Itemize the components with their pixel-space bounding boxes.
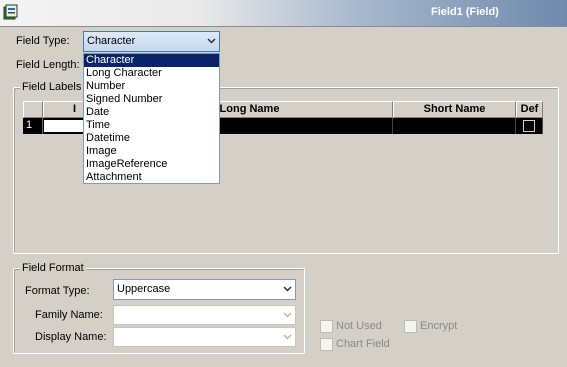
app-icon <box>3 4 18 20</box>
dropdown-option-imagereference[interactable]: ImageReference <box>84 158 219 171</box>
dropdown-option-time[interactable]: Time <box>84 119 219 132</box>
dropdown-option-attachment[interactable]: Attachment <box>84 171 219 184</box>
field-type-label: Field Type: <box>16 35 70 47</box>
dropdown-option-datetime[interactable]: Datetime <box>84 132 219 145</box>
column-header-short-name[interactable]: Short Name <box>393 101 516 118</box>
dropdown-option-signed-number[interactable]: Signed Number <box>84 93 219 106</box>
encrypt-checkbox[interactable] <box>404 320 417 333</box>
dropdown-option-number[interactable]: Number <box>84 80 219 93</box>
format-type-value: Uppercase <box>117 283 171 295</box>
not-used-checkbox[interactable] <box>320 320 333 333</box>
family-name-select[interactable] <box>113 305 296 325</box>
chevron-down-icon <box>283 334 292 340</box>
display-name-select[interactable] <box>113 327 296 347</box>
chart-field-label: Chart Field <box>336 338 390 350</box>
not-used-label: Not Used <box>336 320 382 332</box>
row-number: 1 <box>23 118 43 134</box>
title-bar: Field1 (Field) <box>0 0 567 26</box>
chevron-down-icon <box>283 312 292 318</box>
format-type-select[interactable]: Uppercase <box>113 279 296 300</box>
display-name-label: Display Name: <box>35 331 107 343</box>
dropdown-option-long-character[interactable]: Long Character <box>84 67 219 80</box>
table-cell-short-name[interactable] <box>393 118 516 134</box>
field-type-dropdown-list[interactable]: Character Long Character Number Signed N… <box>83 53 220 184</box>
field-type-value: Character <box>87 35 136 47</box>
dropdown-option-image[interactable]: Image <box>84 145 219 158</box>
window-title: Field1 (Field) <box>431 6 499 18</box>
dropdown-option-date[interactable]: Date <box>84 106 219 119</box>
row-header-corner <box>23 101 43 118</box>
encrypt-label: Encrypt <box>420 320 458 332</box>
format-type-label: Format Type: <box>25 285 90 297</box>
chart-field-checkbox[interactable] <box>320 338 333 351</box>
column-header-default[interactable]: Def <box>516 101 543 118</box>
field-length-label: Field Length: <box>16 59 80 71</box>
field-type-select[interactable]: Character <box>83 31 220 52</box>
chevron-down-icon <box>283 286 292 292</box>
family-name-label: Family Name: <box>35 309 103 321</box>
field-labels-caption: Field Labels <box>20 81 84 93</box>
dropdown-option-character[interactable]: Character <box>84 54 219 67</box>
field-format-caption: Field Format <box>20 262 86 274</box>
default-checkbox[interactable] <box>523 120 535 132</box>
chevron-down-icon <box>207 38 216 44</box>
title-separator <box>0 26 567 27</box>
